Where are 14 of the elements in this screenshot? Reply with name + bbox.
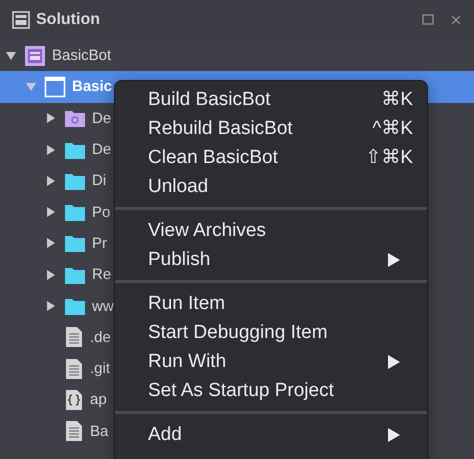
tree-item-label: Pr [92,234,107,252]
tree-item-label: De [92,141,112,158]
tree-item-label: Re [92,266,112,284]
tree-item-label: Po [92,204,110,221]
tree-item-label: ww [92,298,114,315]
tree-item-label: ap [90,391,107,408]
tree-item-label: Di [92,172,106,190]
tree-item-label: .de [90,328,111,346]
tree-item-label: De [92,110,112,127]
tree-item-label: BasicBot [52,47,112,64]
tree-item-label: Basic [72,78,112,96]
tree-item-label: Ba [90,422,108,440]
panel-title: Solution [36,11,101,29]
tree-item-label: .git [90,360,110,378]
